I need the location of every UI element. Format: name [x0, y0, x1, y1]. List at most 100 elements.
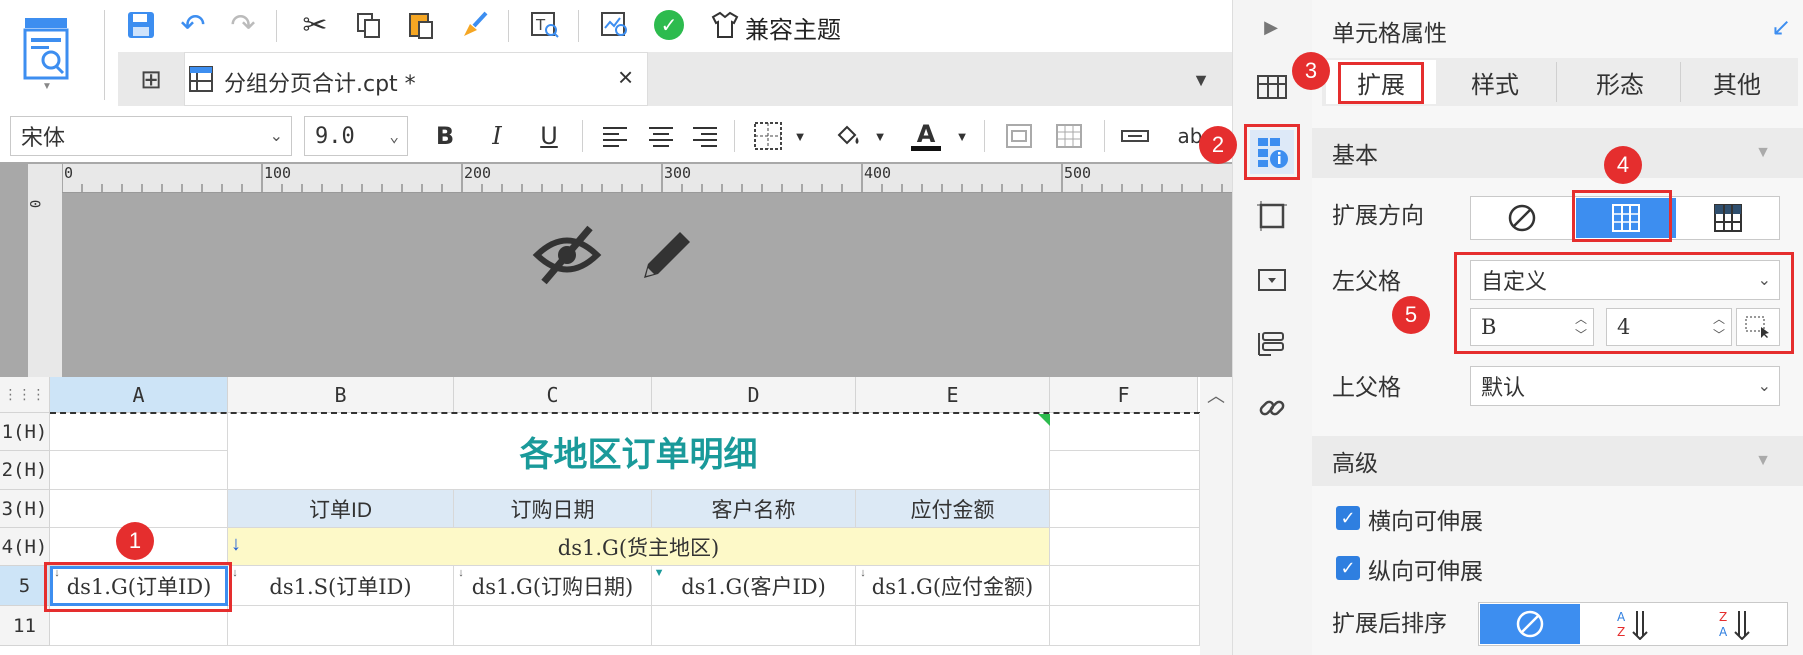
cell-f2[interactable] [1050, 451, 1200, 490]
header-cell[interactable]: 订单ID [228, 490, 454, 528]
row-header[interactable]: 5 [0, 566, 50, 606]
column-header-a[interactable]: A [50, 377, 228, 413]
vertical-extendable-checkbox[interactable]: ✓ [1336, 556, 1360, 580]
condition-attributes-icon[interactable] [1254, 326, 1290, 362]
hide-eye-icon[interactable] [530, 222, 604, 288]
row-header[interactable]: 2(H) [0, 451, 50, 490]
sort-ascending-icon[interactable]: AZ [1582, 604, 1682, 644]
chevron-down-icon[interactable]: ▼ [792, 116, 808, 156]
tab-style[interactable]: 样式 [1440, 60, 1550, 104]
format-painter-icon[interactable] [458, 8, 492, 42]
sort-descending-icon[interactable]: ZA [1684, 604, 1784, 644]
redo-icon[interactable]: ↷ [226, 8, 260, 42]
font-color-button[interactable]: A [908, 116, 944, 156]
cell-f11[interactable] [1050, 606, 1200, 646]
no-expand-icon[interactable] [1472, 198, 1572, 238]
header-cell[interactable]: 应付金额 [856, 490, 1050, 528]
font-size-select[interactable]: 9.0 ⌄ [304, 116, 408, 156]
bold-button[interactable]: B [430, 116, 460, 156]
column-header-f[interactable]: F [1050, 377, 1198, 413]
insert-row-icon[interactable] [1118, 116, 1152, 156]
fill-color-icon[interactable] [830, 116, 866, 156]
save-icon[interactable] [124, 8, 158, 42]
column-header-e[interactable]: E [856, 377, 1050, 413]
column-header-d[interactable]: D [652, 377, 856, 413]
cell-b11[interactable] [228, 606, 454, 646]
align-center-icon[interactable] [644, 116, 678, 156]
split-cells-icon[interactable] [1052, 116, 1086, 156]
cell-a11[interactable] [50, 606, 228, 646]
italic-button[interactable]: I [482, 116, 512, 156]
border-icon[interactable] [750, 116, 786, 156]
cell-e11[interactable] [856, 606, 1050, 646]
pin-arrow-icon[interactable]: ↙ [1768, 14, 1794, 41]
tab-file-name: 分组分页合计.cpt * [224, 72, 416, 97]
row-header[interactable]: 11 [0, 606, 50, 646]
merge-cells-icon[interactable] [1002, 116, 1036, 156]
tab-other[interactable]: 其他 [1682, 60, 1792, 104]
cell-a2[interactable] [50, 451, 228, 490]
template-icon[interactable] [18, 14, 74, 84]
tab-close-icon[interactable]: × [618, 62, 633, 93]
cell-e5[interactable]: ds1.G(应付金额) [856, 566, 1050, 606]
underline-button[interactable]: U [534, 116, 564, 156]
tab-form[interactable]: 形态 [1560, 60, 1680, 104]
section-advanced[interactable]: 高级 ▼ [1312, 436, 1803, 486]
top-parent-select[interactable]: 默认 ⌄ [1470, 366, 1780, 406]
horizontal-ruler [62, 164, 1232, 193]
chevron-down-icon[interactable]: ▼ [40, 80, 54, 92]
align-left-icon[interactable] [598, 116, 632, 156]
row-header[interactable]: 4(H) [0, 528, 50, 566]
cell-f5[interactable] [1050, 566, 1200, 606]
cell-f4[interactable] [1050, 528, 1200, 566]
font-family-select[interactable]: 宋体 ⌄ [10, 116, 292, 156]
edit-pencil-icon[interactable] [632, 222, 702, 288]
collapse-arrow-icon[interactable]: ▶ [1256, 12, 1286, 42]
grid-corner[interactable]: ⋮⋮⋮ [0, 377, 50, 413]
header-cell[interactable]: 客户名称 [652, 490, 856, 528]
column-header-b[interactable]: B [228, 377, 454, 413]
chevron-down-icon[interactable]: ▼ [872, 116, 888, 156]
header-cell[interactable]: 订购日期 [454, 490, 652, 528]
check-icon[interactable]: ✓ [654, 10, 684, 40]
cell-f1[interactable] [1050, 413, 1200, 451]
align-right-icon[interactable] [688, 116, 722, 156]
chart-preview-icon[interactable] [598, 8, 632, 42]
link-icon[interactable] [1254, 390, 1290, 426]
tab-menu-icon[interactable]: ▼ [1186, 68, 1216, 92]
report-title-cell[interactable]: 各地区订单明细 [228, 413, 1050, 490]
hyperlink-popup-icon[interactable] [1254, 262, 1290, 298]
copy-icon[interactable] [352, 8, 386, 42]
cell-c5[interactable]: ds1.G(订购日期) [454, 566, 652, 606]
undo-icon[interactable]: ↶ [176, 8, 210, 42]
widget-frame-icon[interactable] [1254, 198, 1290, 234]
theme-icon[interactable] [708, 8, 742, 42]
group-cell[interactable]: ds1.G(货主地区) [228, 528, 1050, 566]
cell-b5[interactable]: ds1.S(订单ID) [228, 566, 454, 606]
no-sort-icon[interactable] [1480, 604, 1580, 644]
chevron-down-icon[interactable]: ▼ [954, 116, 970, 156]
vertical-scrollbar[interactable] [1200, 413, 1232, 655]
cell-layout-icon[interactable]: ⊞ [134, 62, 168, 96]
horizontal-expand-icon[interactable] [1678, 198, 1778, 238]
row-header[interactable]: 3(H) [0, 490, 50, 528]
cell-f3[interactable] [1050, 490, 1200, 528]
svg-text:Z: Z [1617, 625, 1625, 639]
step-badge-5: 5 [1392, 296, 1430, 334]
compatible-theme-button[interactable]: 兼容主题 [745, 10, 841, 45]
scroll-up-icon[interactable]: ︿ [1200, 377, 1232, 413]
cell-d5[interactable]: ds1.G(客户ID) [652, 566, 856, 606]
text-preview-icon[interactable]: T [528, 8, 562, 42]
cell-d11[interactable] [652, 606, 856, 646]
paste-icon[interactable] [404, 8, 438, 42]
horizontal-extendable-checkbox[interactable]: ✓ [1336, 506, 1360, 530]
cell-element-icon[interactable] [1254, 68, 1290, 104]
cut-icon[interactable]: ✂ [298, 8, 332, 42]
column-header-c[interactable]: C [454, 377, 652, 413]
chevron-down-icon: ⌄ [1757, 378, 1771, 395]
cell-a1[interactable] [50, 413, 228, 451]
row-header[interactable]: 1(H) [0, 413, 50, 451]
font-color-letter: A [916, 119, 936, 148]
cell-c11[interactable] [454, 606, 652, 646]
section-basic[interactable]: 基本 ▼ [1312, 128, 1803, 178]
